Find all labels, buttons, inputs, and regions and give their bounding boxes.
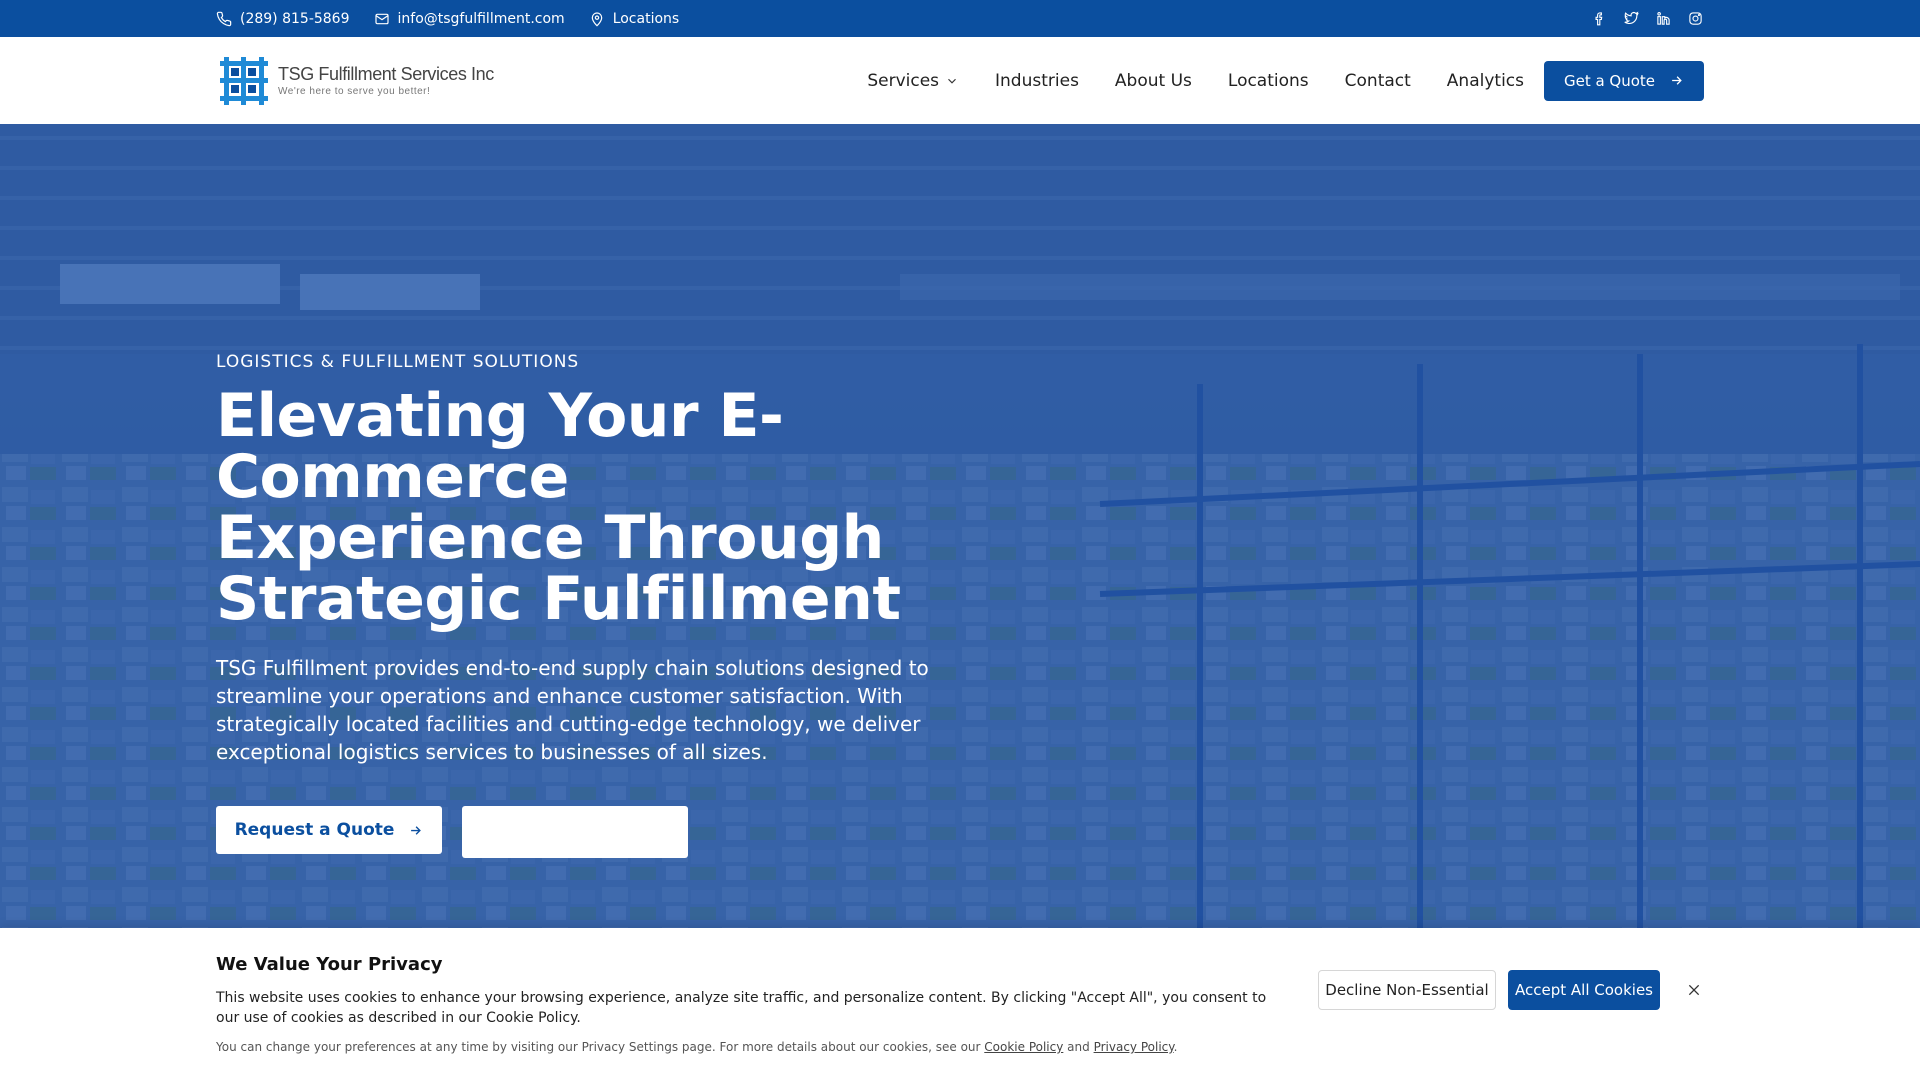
nav-industries[interactable]: Industries	[995, 71, 1079, 91]
mail-icon	[374, 13, 389, 24]
nav-about-us[interactable]: About Us	[1115, 71, 1192, 91]
nav-analytics[interactable]: Analytics	[1447, 71, 1524, 91]
hero-headline: Elevating Your E-Commerce Experience Thr…	[216, 386, 1136, 630]
linkedin-icon[interactable]	[1654, 10, 1672, 28]
cookie-note-and: and	[1067, 1040, 1090, 1054]
site-header: TSG Fulfillment Services Inc We're here …	[0, 37, 1920, 124]
locations-link[interactable]: Locations	[589, 10, 680, 27]
arrow-right-icon	[1672, 76, 1682, 85]
twitter-icon[interactable]	[1622, 10, 1640, 28]
chevron-down-icon	[948, 78, 956, 84]
nav-about-us-label: About Us	[1114, 70, 1192, 91]
nav-locations[interactable]: Locations	[1228, 71, 1309, 91]
logo-name: TSG Fulfillment Services Inc	[278, 64, 494, 84]
site-logo[interactable]: TSG Fulfillment Services Inc We're here …	[216, 53, 494, 109]
nav-contact-label: Contact	[1344, 70, 1411, 91]
hero-headline-line-1: Elevating Your E-Commerce	[216, 381, 784, 512]
top-contact-bar: (289) 815-5869 info@tsgfulfillment.com L…	[0, 0, 1920, 37]
privacy-policy-link[interactable]: Privacy Policy	[1094, 1040, 1174, 1054]
hero-description: TSG Fulfillment provides end-to-end supp…	[216, 656, 929, 764]
nav-services[interactable]: Services	[867, 71, 959, 91]
hero-content: LOGISTICS & FULFILLMENT SOLUTIONS Elevat…	[216, 352, 1136, 858]
cookie-title: We Value Your Privacy	[216, 954, 443, 975]
phone-link[interactable]: (289) 815-5869	[216, 11, 350, 27]
hero-headline-line-3: Strategic Fulfillment	[216, 564, 901, 634]
request-a-quote-label: Request a Quote	[234, 820, 395, 840]
social-links	[1590, 10, 1704, 28]
locations-label: Locations	[612, 10, 680, 27]
close-icon	[1688, 984, 1700, 996]
request-a-quote-button[interactable]: Request a Quote	[216, 806, 442, 854]
phone-number: (289) 815-5869	[240, 10, 350, 27]
logo-mark-icon	[220, 56, 268, 105]
cookie-note-text: You can change your preferences at any t…	[216, 1040, 981, 1054]
facebook-icon[interactable]	[1590, 10, 1608, 28]
nav-analytics-label: Analytics	[1446, 70, 1524, 91]
get-a-quote-label: Get a Quote	[1563, 71, 1656, 90]
get-a-quote-button[interactable]: Get a Quote	[1544, 60, 1704, 101]
cookie-policy-link[interactable]: Cookie Policy	[984, 1040, 1063, 1054]
arrow-right-icon	[411, 825, 422, 835]
hero-actions: Request a Quote	[216, 806, 1136, 858]
decline-non-essential-button[interactable]: Decline Non-Essential	[1318, 970, 1496, 1010]
phone-icon	[216, 11, 232, 26]
email-address: info@tsgfulfillment.com	[397, 10, 565, 27]
nav-contact[interactable]: Contact	[1345, 71, 1411, 91]
nav-services-label: Services	[867, 70, 940, 91]
accept-all-cookies-button[interactable]: Accept All Cookies	[1508, 970, 1660, 1010]
nav-industries-label: Industries	[995, 70, 1079, 91]
email-link[interactable]: info@tsgfulfillment.com	[374, 11, 565, 27]
contact-links: (289) 815-5869 info@tsgfulfillment.com L…	[216, 11, 679, 27]
hero-section: LOGISTICS & FULFILLMENT SOLUTIONS Elevat…	[0, 124, 1920, 928]
logo-tagline: We're here to serve you better!	[278, 86, 431, 97]
close-cookie-banner-button[interactable]	[1684, 980, 1704, 1000]
cookie-consent-banner: We Value Your Privacy This website uses …	[0, 928, 1920, 1080]
instagram-icon[interactable]	[1686, 10, 1704, 28]
cookie-preferences-note: You can change your preferences at any t…	[216, 1040, 1178, 1054]
hero-eyebrow: LOGISTICS & FULFILLMENT SOLUTIONS	[216, 352, 580, 372]
main-nav: Services Industries About Us Locations C…	[867, 60, 1704, 101]
cookie-description: This website uses cookies to enhance you…	[216, 990, 1267, 1026]
map-pin-icon	[591, 11, 602, 26]
hero-headline-line-2: Experience Through	[216, 503, 884, 573]
secondary-hero-button[interactable]	[462, 806, 688, 858]
nav-locations-label: Locations	[1227, 70, 1309, 91]
